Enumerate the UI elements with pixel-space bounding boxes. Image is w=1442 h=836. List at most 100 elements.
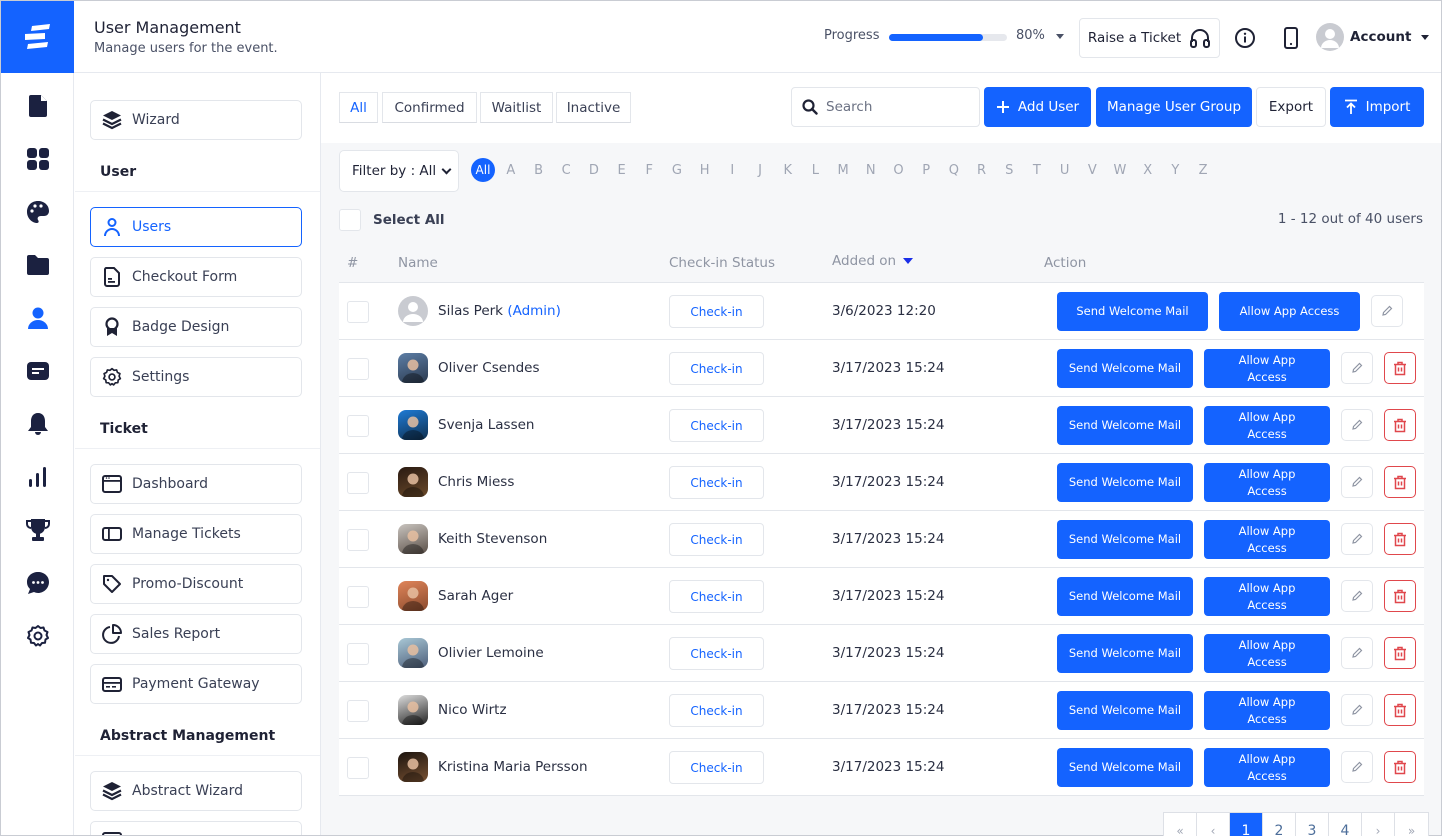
tab-inactive[interactable]: Inactive [556, 92, 631, 123]
search-input[interactable] [826, 99, 966, 115]
rail-tickets[interactable] [25, 358, 51, 384]
rail-users[interactable] [25, 305, 51, 331]
tab-all[interactable]: All [339, 92, 378, 123]
user-name[interactable]: Svenja Lassen [438, 417, 534, 433]
delete-button[interactable] [1384, 751, 1416, 783]
send-welcome-mail-button[interactable]: Send Welcome Mail [1057, 292, 1208, 331]
tab-confirmed[interactable]: Confirmed [382, 92, 477, 123]
send-welcome-mail-button[interactable]: Send Welcome Mail [1057, 577, 1193, 616]
alphabet-letter[interactable]: F [635, 163, 663, 178]
info-icon[interactable] [1234, 27, 1256, 49]
alphabet-letter[interactable]: L [802, 163, 830, 178]
rail-settings[interactable] [25, 623, 51, 649]
user-name[interactable]: Nico Wirtz [438, 702, 507, 718]
rail-documents[interactable] [25, 93, 51, 119]
nav-item-partially-visible[interactable] [90, 821, 302, 835]
alphabet-letter[interactable]: Q [940, 163, 968, 178]
user-name[interactable]: Silas Perk (Admin) [438, 303, 561, 319]
column-header-added-on[interactable]: Added on [832, 253, 914, 269]
row-checkbox[interactable] [347, 757, 369, 779]
filter-select[interactable]: Filter by : All [339, 150, 459, 192]
rail-reports[interactable] [25, 464, 51, 490]
nav-item-badge-design[interactable]: Badge Design [90, 307, 302, 347]
send-welcome-mail-button[interactable]: Send Welcome Mail [1057, 406, 1193, 445]
alphabet-letter[interactable]: M [829, 163, 857, 178]
alphabet-letter[interactable]: Y [1162, 163, 1190, 178]
alphabet-letter[interactable]: N [857, 163, 885, 178]
alphabet-letter[interactable]: V [1078, 163, 1106, 178]
alphabet-letter[interactable]: O [885, 163, 913, 178]
rail-files[interactable] [25, 252, 51, 278]
row-checkbox[interactable] [347, 301, 369, 323]
progress-dropdown-caret-icon[interactable] [1056, 34, 1064, 39]
alphabet-letter[interactable]: X [1134, 163, 1162, 178]
edit-button[interactable] [1341, 751, 1373, 783]
delete-button[interactable] [1384, 637, 1416, 669]
delete-button[interactable] [1384, 523, 1416, 555]
allow-app-access-button[interactable]: Allow App Access [1204, 520, 1330, 559]
delete-button[interactable] [1384, 409, 1416, 441]
allow-app-access-button[interactable]: Allow App Access [1204, 406, 1330, 445]
account-menu[interactable]: Account [1316, 23, 1430, 51]
edit-button[interactable] [1341, 694, 1373, 726]
alphabet-letter[interactable]: T [1023, 163, 1051, 178]
import-button[interactable]: Import [1330, 87, 1424, 127]
rail-dashboard[interactable] [25, 146, 51, 172]
column-header-name[interactable]: Name [398, 255, 438, 271]
check-in-button[interactable]: Check-in [669, 409, 764, 442]
send-welcome-mail-button[interactable]: Send Welcome Mail [1057, 520, 1193, 559]
allow-app-access-button[interactable]: Allow App Access [1204, 634, 1330, 673]
select-all-checkbox[interactable] [339, 209, 361, 231]
check-in-button[interactable]: Check-in [669, 352, 764, 385]
alphabet-letter[interactable]: W [1106, 163, 1134, 178]
rail-messages[interactable] [25, 570, 51, 596]
delete-button[interactable] [1384, 694, 1416, 726]
send-welcome-mail-button[interactable]: Send Welcome Mail [1057, 349, 1193, 388]
nav-item-abstract-wizard[interactable]: Abstract Wizard [90, 771, 302, 811]
brand-logo[interactable] [1, 1, 74, 73]
allow-app-access-button[interactable]: Allow App Access [1204, 748, 1330, 787]
send-welcome-mail-button[interactable]: Send Welcome Mail [1057, 691, 1193, 730]
alphabet-letter[interactable]: G [663, 163, 691, 178]
alphabet-letter[interactable]: P [912, 163, 940, 178]
check-in-button[interactable]: Check-in [669, 295, 764, 328]
user-name[interactable]: Oliver Csendes [438, 360, 540, 376]
alphabet-letter[interactable]: R [968, 163, 996, 178]
nav-item-manage-tickets[interactable]: Manage Tickets [90, 514, 302, 554]
edit-button[interactable] [1341, 352, 1373, 384]
check-in-button[interactable]: Check-in [669, 466, 764, 499]
nav-item-users[interactable]: Users [90, 207, 302, 247]
page-last-button[interactable]: » [1395, 813, 1428, 836]
alphabet-letter[interactable]: E [608, 163, 636, 178]
delete-button[interactable] [1384, 352, 1416, 384]
row-checkbox[interactable] [347, 472, 369, 494]
alphabet-letter[interactable]: C [552, 163, 580, 178]
rail-design[interactable] [25, 199, 51, 225]
rail-notifications[interactable] [25, 411, 51, 437]
alphabet-letter[interactable]: K [774, 163, 802, 178]
check-in-button[interactable]: Check-in [669, 523, 764, 556]
edit-button[interactable] [1371, 295, 1403, 327]
alphabet-letter[interactable]: D [580, 163, 608, 178]
edit-button[interactable] [1341, 580, 1373, 612]
alphabet-letter[interactable]: U [1051, 163, 1079, 178]
nav-item-checkout-form[interactable]: Checkout Form [90, 257, 302, 297]
check-in-button[interactable]: Check-in [669, 637, 764, 670]
export-button[interactable]: Export [1256, 87, 1326, 127]
nav-item-promo-discount[interactable]: Promo-Discount [90, 564, 302, 604]
edit-button[interactable] [1341, 409, 1373, 441]
send-welcome-mail-button[interactable]: Send Welcome Mail [1057, 748, 1193, 787]
edit-button[interactable] [1341, 637, 1373, 669]
send-welcome-mail-button[interactable]: Send Welcome Mail [1057, 463, 1193, 502]
allow-app-access-button[interactable]: Allow App Access [1219, 292, 1360, 331]
send-welcome-mail-button[interactable]: Send Welcome Mail [1057, 634, 1193, 673]
user-name[interactable]: Sarah Ager [438, 588, 513, 604]
row-checkbox[interactable] [347, 700, 369, 722]
page-prev-button[interactable]: ‹ [1197, 813, 1230, 836]
nav-item-settings[interactable]: Settings [90, 357, 302, 397]
delete-button[interactable] [1384, 580, 1416, 612]
alphabet-letter[interactable]: J [746, 163, 774, 178]
raise-ticket-button[interactable]: Raise a Ticket [1079, 18, 1220, 58]
row-checkbox[interactable] [347, 643, 369, 665]
user-name[interactable]: Chris Miess [438, 474, 514, 490]
